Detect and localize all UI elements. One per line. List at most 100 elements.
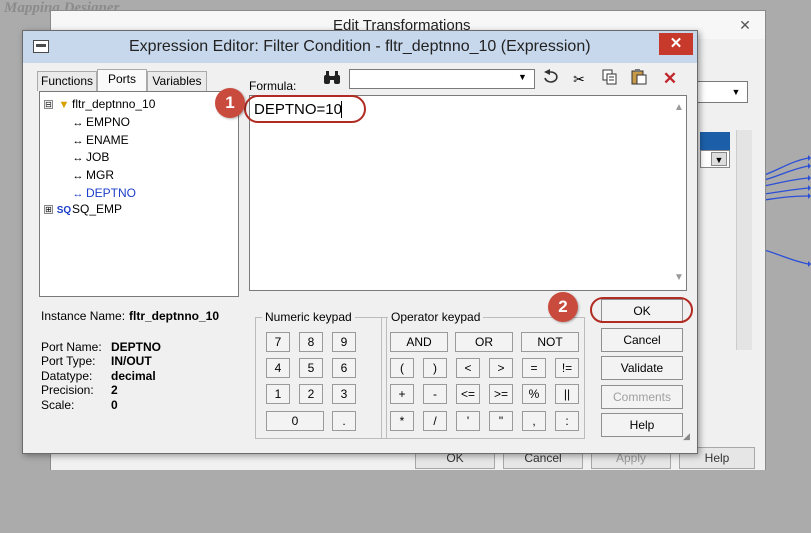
key-not-equals[interactable]: != (555, 358, 579, 378)
edit-transformations-scrollbar[interactable] (736, 130, 752, 350)
tree-item-port[interactable]: ↔ EMPNO (70, 114, 131, 131)
expression-editor-title: Expression Editor: Filter Condition - fl… (129, 38, 591, 55)
instance-name-value: fltr_deptnno_10 (129, 309, 220, 323)
ports-tree[interactable]: ⊟ ▼ fltr_deptnno_10 ↔ EMPNO ↔ ENAME ↔ JOB ↔ M… (39, 91, 239, 297)
key-9[interactable]: 9 (332, 332, 356, 352)
chevron-down-icon[interactable]: ▼ (728, 84, 744, 100)
key-greater-equal[interactable]: >= (489, 384, 513, 404)
tree-port-label: MGR (86, 168, 114, 182)
key-equals[interactable]: = (522, 358, 546, 378)
key-single-quote[interactable]: ' (456, 411, 480, 431)
key-4[interactable]: 4 (266, 358, 290, 378)
key-6[interactable]: 6 (332, 358, 356, 378)
key-greater-than[interactable]: > (489, 358, 513, 378)
key-and[interactable]: AND (390, 332, 448, 352)
port-arrow-icon: ↔ (72, 152, 84, 164)
key-or[interactable]: OR (455, 332, 513, 352)
precision-label: Precision: (41, 383, 94, 397)
key-colon[interactable]: : (555, 411, 579, 431)
precision-value: 2 (111, 383, 118, 397)
key-comma[interactable]: , (522, 411, 546, 431)
tree-source-label: SQ_EMP (72, 202, 123, 216)
tree-port-label: ENAME (86, 133, 129, 147)
port-name-label: Port Name: (41, 340, 102, 354)
key-8[interactable]: 8 (299, 332, 323, 352)
copy-icon[interactable] (599, 69, 621, 89)
comments-button[interactable]: Comments (601, 385, 683, 409)
delete-x-icon[interactable]: ✕ (659, 69, 681, 89)
numeric-keypad: Numeric keypad 7 8 9 4 5 6 1 2 3 0 . (255, 310, 387, 439)
key-minus[interactable]: - (423, 384, 447, 404)
mapping-link-arrows (764, 155, 811, 267)
chevron-down-icon[interactable]: ▼ (518, 72, 527, 82)
help-button[interactable]: Help (601, 413, 683, 437)
key-0[interactable]: 0 (266, 411, 324, 431)
formula-editor[interactable]: DEPTNO=10 ▲ ▼ (249, 95, 687, 291)
undo-icon[interactable] (540, 69, 562, 89)
filter-funnel-icon: ▼ (58, 99, 70, 111)
key-close-paren[interactable]: ) (423, 358, 447, 378)
port-arrow-icon: ↔ (72, 170, 84, 182)
tree-port-label: DEPTNO (86, 186, 137, 200)
formula-search-combo[interactable] (349, 69, 535, 89)
tree-port-label: JOB (86, 150, 110, 164)
tree-item-port[interactable]: ↔ JOB (70, 149, 110, 166)
paste-icon[interactable] (628, 69, 650, 89)
key-multiply[interactable]: * (390, 411, 414, 431)
step-badge-1: 1 (215, 88, 245, 118)
datatype-label: Datatype: (41, 369, 93, 383)
tree-item-port-selected[interactable]: ↔ DEPTNO (70, 185, 137, 202)
tree-item-port[interactable]: ↔ ENAME (70, 132, 129, 149)
collapse-icon[interactable]: ⊟ (44, 100, 53, 109)
validate-button[interactable]: Validate (601, 356, 683, 380)
close-icon[interactable]: ✕ (659, 33, 693, 55)
tab-variables[interactable]: Variables (147, 71, 207, 91)
key-percent[interactable]: % (522, 384, 546, 404)
key-dot[interactable]: . (332, 411, 356, 431)
port-type-value: IN/OUT (111, 354, 152, 368)
tab-ports[interactable]: Ports (97, 69, 147, 91)
key-concat[interactable]: || (555, 384, 579, 404)
step-badge-2: 2 (548, 292, 578, 322)
port-arrow-icon: ↔ (72, 117, 84, 129)
scissors-icon[interactable]: ✂ (568, 69, 590, 89)
key-double-quote[interactable]: " (489, 411, 513, 431)
key-less-equal[interactable]: <= (456, 384, 480, 404)
scale-value: 0 (111, 398, 118, 412)
key-not[interactable]: NOT (521, 332, 579, 352)
scroll-down-icon[interactable]: ▼ (674, 272, 684, 283)
tree-item-port[interactable]: ↔ MGR (70, 167, 115, 184)
resize-grip-icon[interactable]: ◢ (683, 431, 690, 442)
tree-item-source[interactable]: SQSQ_EMP (56, 201, 122, 218)
tree-root-label: fltr_deptnno_10 (72, 97, 156, 111)
datatype-value: decimal (111, 369, 156, 383)
key-7[interactable]: 7 (266, 332, 290, 352)
formula-highlight-ring (244, 95, 366, 123)
binoculars-icon[interactable] (323, 70, 341, 91)
ports-grid-header (700, 132, 730, 150)
key-1[interactable]: 1 (266, 384, 290, 404)
tree-item-root[interactable]: ▼ fltr_deptnno_10 (56, 96, 156, 113)
key-divide[interactable]: / (423, 411, 447, 431)
key-plus[interactable]: + (390, 384, 414, 404)
expand-icon[interactable]: ⊞ (44, 205, 53, 214)
operator-keypad: Operator keypad AND OR NOT ( ) < > = != … (381, 310, 585, 439)
instance-name-label: Instance Name: (41, 309, 126, 323)
source-qualifier-icon: SQ (56, 205, 72, 216)
numeric-keypad-title: Numeric keypad (262, 310, 355, 324)
cancel-button[interactable]: Cancel (601, 328, 683, 352)
key-3[interactable]: 3 (332, 384, 356, 404)
ports-grid-dropdown-icon[interactable]: ▼ (711, 152, 727, 166)
port-arrow-icon: ↔ (72, 135, 84, 147)
operator-keypad-title: Operator keypad (388, 310, 484, 324)
formula-label: Formula: (249, 79, 297, 93)
key-5[interactable]: 5 (299, 358, 323, 378)
tab-functions[interactable]: Functions (37, 71, 97, 91)
scroll-up-icon[interactable]: ▲ (674, 102, 684, 113)
port-type-label: Port Type: (41, 354, 96, 368)
key-less-than[interactable]: < (456, 358, 480, 378)
key-2[interactable]: 2 (299, 384, 323, 404)
key-open-paren[interactable]: ( (390, 358, 414, 378)
scale-label: Scale: (41, 398, 75, 412)
edit-transformations-close-button[interactable]: ✕ (731, 15, 759, 35)
